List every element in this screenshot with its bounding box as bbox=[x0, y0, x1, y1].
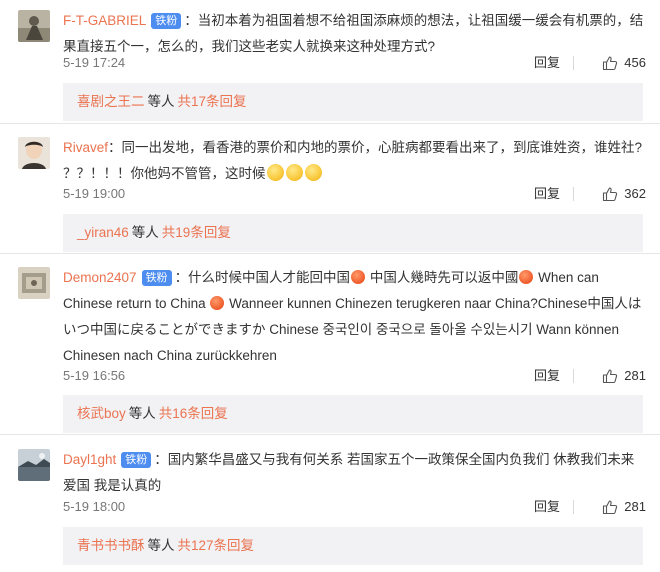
reply-user[interactable]: _yiran46 bbox=[77, 225, 129, 240]
divider bbox=[0, 253, 660, 254]
smile-emoji bbox=[266, 164, 284, 181]
divider bbox=[573, 369, 574, 383]
reply-total-link[interactable]: 共16条回复 bbox=[159, 406, 228, 421]
comment-content: ：同一出发地，看香港的票价和内地的票价，心脏病都要看出来了，到底谁姓资，谁姓社?… bbox=[63, 140, 643, 181]
reply-user[interactable]: 核武boy bbox=[77, 406, 126, 421]
comment-meta: 5-19 16:56 回复 281 bbox=[63, 366, 646, 386]
smile-emoji bbox=[304, 164, 322, 181]
angry-emoji bbox=[351, 270, 366, 284]
comment-text: Dayl1ght 铁粉 ：国内繁华昌盛又与我有何关系 若国家五个一政策保全国内负我们… bbox=[63, 447, 646, 499]
divider bbox=[573, 56, 574, 70]
comment-content: ：什么时候中国人才能回中国 bbox=[174, 270, 351, 285]
reply-etc: 等人 bbox=[147, 538, 175, 553]
reply-button[interactable]: 回复 bbox=[534, 497, 560, 517]
reply-summary[interactable]: 核武boy 等人 共16条回复 bbox=[63, 395, 643, 433]
reply-etc: 等人 bbox=[128, 406, 156, 421]
comment-time: 5-19 18:00 bbox=[63, 499, 126, 514]
reply-summary[interactable]: 喜剧之王二 等人 共17条回复 bbox=[63, 83, 643, 121]
reply-etc: 等人 bbox=[147, 94, 175, 109]
reply-button[interactable]: 回复 bbox=[534, 184, 560, 204]
reply-total-link[interactable]: 共19条回复 bbox=[162, 225, 231, 240]
comment-username[interactable]: Rivavef bbox=[63, 140, 108, 155]
angry-emoji bbox=[519, 270, 534, 284]
fan-badge[interactable]: 铁粉 bbox=[151, 13, 182, 29]
comment-time: 5-19 16:56 bbox=[63, 368, 126, 383]
comment-time: 5-19 17:24 bbox=[63, 55, 126, 70]
like-button[interactable]: 281 bbox=[602, 497, 646, 517]
like-count: 281 bbox=[624, 499, 646, 514]
divider bbox=[0, 123, 660, 124]
reply-button[interactable]: 回复 bbox=[534, 366, 560, 386]
smile-emoji bbox=[285, 164, 303, 181]
like-button[interactable]: 281 bbox=[602, 366, 646, 386]
like-button[interactable]: 362 bbox=[602, 184, 646, 204]
comment-username[interactable]: Demon2407 bbox=[63, 270, 137, 285]
comment-time: 5-19 19:00 bbox=[63, 186, 126, 201]
divider bbox=[573, 187, 574, 201]
reply-etc: 等人 bbox=[131, 225, 159, 240]
divider bbox=[573, 500, 574, 514]
like-count: 281 bbox=[624, 368, 646, 383]
comment-username[interactable]: Dayl1ght bbox=[63, 452, 116, 467]
fan-badge[interactable]: 铁粉 bbox=[121, 452, 152, 468]
avatar[interactable] bbox=[18, 267, 50, 299]
like-count: 362 bbox=[624, 186, 646, 201]
reply-summary[interactable]: _yiran46 等人 共19条回复 bbox=[63, 214, 643, 252]
comment-meta: 5-19 18:00 回复 281 bbox=[63, 497, 646, 517]
reply-user[interactable]: 青书书书酥 bbox=[77, 538, 145, 553]
fan-badge[interactable]: 铁粉 bbox=[141, 270, 172, 286]
comment-username[interactable]: F-T-GABRIEL bbox=[63, 13, 146, 28]
thumbs-up-icon bbox=[603, 369, 618, 384]
comment-content: 中国人幾時先可以返中國 bbox=[366, 270, 519, 285]
divider bbox=[0, 434, 660, 435]
reply-total-link[interactable]: 共17条回复 bbox=[178, 94, 247, 109]
reply-button[interactable]: 回复 bbox=[534, 53, 560, 73]
like-count: 456 bbox=[624, 55, 646, 70]
reply-total-link[interactable]: 共127条回复 bbox=[178, 538, 255, 553]
avatar[interactable] bbox=[18, 449, 50, 481]
comment-meta: 5-19 19:00 回复 362 bbox=[63, 184, 646, 204]
avatar[interactable] bbox=[18, 137, 50, 169]
thumbs-up-icon bbox=[603, 187, 618, 202]
reply-user[interactable]: 喜剧之王二 bbox=[77, 94, 145, 109]
like-button[interactable]: 456 bbox=[602, 53, 646, 73]
comment-text: Rivavef：同一出发地，看香港的票价和内地的票价，心脏病都要看出来了，到底谁… bbox=[63, 135, 646, 187]
thumbs-up-icon bbox=[603, 500, 618, 515]
comment-text: Demon2407 铁粉 ：什么时候中国人才能回中国 中国人幾時先可以返中國 Whe… bbox=[63, 265, 646, 369]
thumbs-up-icon bbox=[603, 56, 618, 71]
reply-summary[interactable]: 青书书书酥 等人 共127条回复 bbox=[63, 527, 643, 565]
avatar[interactable] bbox=[18, 10, 50, 42]
comment-meta: 5-19 17:24 回复 456 bbox=[63, 53, 646, 73]
angry-emoji bbox=[210, 296, 225, 310]
comment-content: ：当初本着为祖国着想不给祖国添麻烦的想法，让祖国缓一缓会有机票的，结果直接五个一… bbox=[63, 13, 644, 54]
